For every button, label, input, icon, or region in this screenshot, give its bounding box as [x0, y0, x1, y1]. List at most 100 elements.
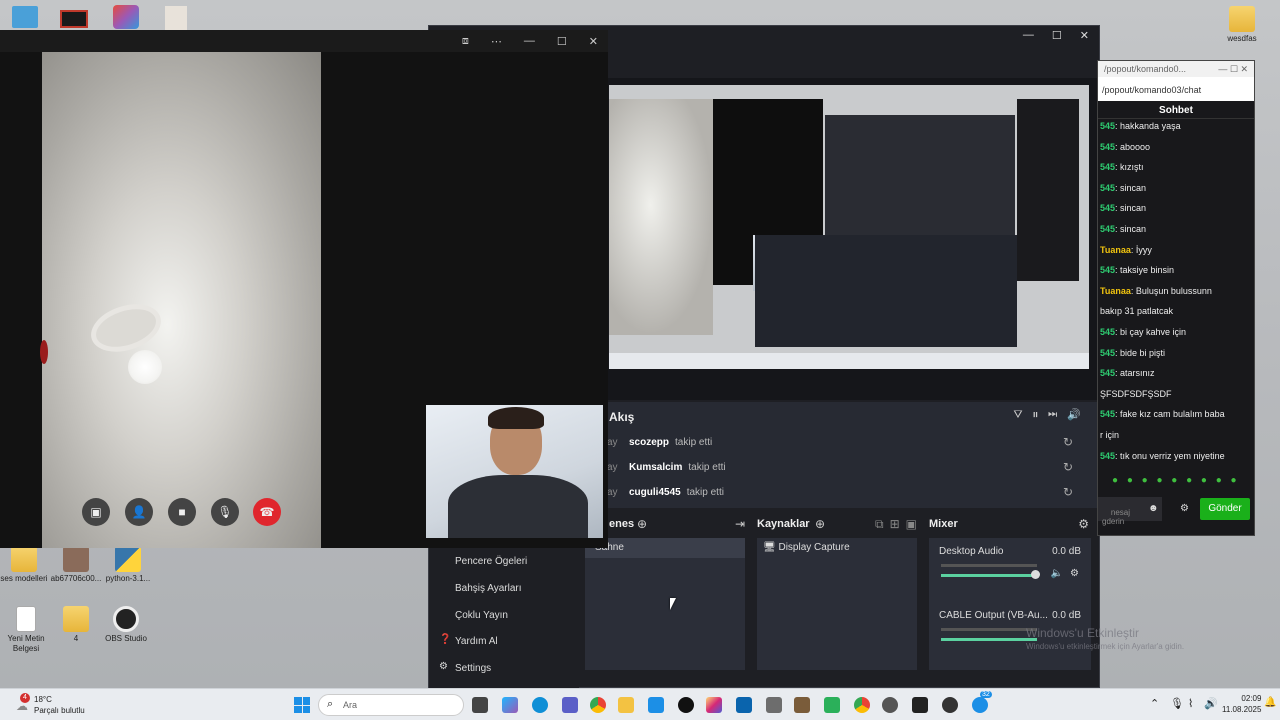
app-icon-1[interactable] [766, 697, 782, 713]
desktop-icon-2[interactable] [60, 10, 88, 28]
desktop-icon-4[interactable] [165, 6, 187, 30]
replay-icon[interactable]: ↻ [1063, 435, 1073, 449]
volume-icon[interactable]: 🔊 [1067, 409, 1091, 421]
minimize-icon[interactable]: — [524, 35, 535, 47]
obs-taskbar-icon[interactable] [942, 697, 958, 713]
tray-mic-icon[interactable]: 🎙 [1170, 697, 1184, 710]
app-icon-3[interactable] [882, 697, 898, 713]
chat-url-bar[interactable]: /popout/komando03/chat [1098, 77, 1254, 101]
volume-slider[interactable] [941, 638, 1037, 641]
send-button[interactable]: Gönder [1200, 498, 1250, 520]
store-icon[interactable] [648, 697, 664, 713]
mixer-gear-icon[interactable]: ⚙ [1078, 517, 1089, 531]
transition-icon[interactable]: ⇥ [735, 517, 745, 531]
chat-message: 545: sincan [1100, 224, 1248, 235]
start-button[interactable] [294, 697, 310, 713]
channel-name: Desktop Audio [939, 546, 1004, 557]
desktop-icon-wesdfas[interactable]: wesdfas [1212, 6, 1272, 44]
menu-item-multistream[interactable]: Çoklu Yayın [455, 610, 508, 621]
chat-message-author[interactable]: 545 [1100, 203, 1115, 213]
chat-message-author[interactable]: 545 [1100, 224, 1115, 234]
desktop-icon-3[interactable] [113, 5, 139, 29]
activity-prefix: ay [607, 461, 618, 473]
volume-slider[interactable] [941, 574, 1037, 577]
file-explorer-icon[interactable] [618, 697, 634, 713]
close-icon[interactable]: ✕ [1080, 29, 1089, 42]
activity-prefix: ay [607, 486, 618, 498]
add-person-button[interactable]: 👤 [125, 498, 153, 526]
replay-icon[interactable]: ↻ [1063, 485, 1073, 499]
notification-bell-icon[interactable]: 🔔 [1264, 697, 1276, 708]
desktop-icon-image[interactable]: ab67706c00... [46, 546, 106, 584]
outlook-icon[interactable] [736, 697, 752, 713]
emote-bar[interactable]: ● ● ● ● ● ● ● ● ● [1112, 475, 1240, 486]
chat-message-author[interactable]: 545 [1100, 368, 1115, 378]
chat-settings-icon[interactable]: ⚙ [1180, 503, 1189, 514]
chat-message-author[interactable]: 545 [1100, 162, 1115, 172]
chat-message-author[interactable]: Tuanaa [1100, 286, 1131, 296]
chat-message-author[interactable]: 545 [1100, 348, 1115, 358]
tiktok-icon[interactable] [678, 697, 694, 713]
chat-message-author[interactable]: 545 [1100, 183, 1115, 193]
weather-widget[interactable]: 4 ☁ 18°C Parçalı bulutlu [12, 693, 122, 717]
task-view-icon[interactable] [472, 697, 488, 713]
search-box[interactable]: ⌕ Ara [318, 694, 464, 716]
chat-message-author[interactable]: 545 [1100, 121, 1115, 131]
chat-message-author[interactable]: 545 [1100, 327, 1115, 337]
more-icon[interactable]: ⋯ [491, 35, 502, 48]
menu-item-help[interactable]: Yardım Al [455, 636, 498, 647]
end-call-button[interactable]: ☎ [253, 498, 281, 526]
edge-icon[interactable] [532, 697, 548, 713]
chat-message: r için [1100, 430, 1248, 441]
chat-message-author[interactable]: 545 [1100, 265, 1115, 275]
channel-gear-icon[interactable]: ⚙ [1070, 568, 1079, 579]
pause-icon[interactable]: ⏸ [1033, 409, 1049, 421]
pip-icon[interactable]: ⧈ [462, 35, 469, 48]
desktop-icon-obs-studio[interactable]: OBS Studio [96, 606, 156, 644]
microphone-button[interactable]: 🎙 [211, 498, 239, 526]
volume-slider-handle[interactable] [1031, 570, 1040, 579]
camera-button[interactable]: ■ [168, 498, 196, 526]
chrome-profile-icon[interactable] [854, 697, 870, 713]
menu-item-window-elements[interactable]: Pencere Ögeleri [455, 556, 527, 567]
chat-message: 545: sincan [1100, 183, 1248, 194]
filter-icon[interactable]: ⛛ [1013, 409, 1032, 421]
tray-network-icon[interactable]: ⌇ [1188, 697, 1193, 710]
chrome-icon[interactable] [590, 697, 606, 713]
scene-item[interactable]: Sahne [585, 538, 745, 558]
menu-item-settings[interactable]: Settings [455, 663, 491, 674]
minimize-icon[interactable]: — [1023, 29, 1034, 41]
channel-level: 0.0 dB [1052, 610, 1081, 621]
chat-message-author[interactable]: 545 [1100, 142, 1115, 152]
copilot-icon[interactable] [502, 697, 518, 713]
app-icon-2[interactable] [824, 697, 840, 713]
skip-icon[interactable]: ⏭ [1048, 409, 1067, 421]
window-controls[interactable]: — ☐ ✕ [1218, 64, 1248, 74]
emote-icon[interactable]: ☻ [1148, 503, 1159, 514]
chat-message-author[interactable]: 545 [1100, 451, 1115, 461]
menu-item-tip-settings[interactable]: Bahşiş Ayarları [455, 583, 522, 594]
source-item[interactable]: 🖥 Display Capture [757, 538, 917, 558]
minecraft-icon[interactable] [794, 697, 810, 713]
mute-icon[interactable]: 🔈 [1051, 568, 1063, 579]
replay-icon[interactable]: ↻ [1063, 460, 1073, 474]
chat-message-author[interactable]: Tuanaa [1100, 245, 1131, 255]
desktop-icon-1[interactable] [12, 6, 38, 28]
add-scene-icon[interactable]: ⊕ [637, 517, 647, 531]
clock[interactable]: 02:09 11.08.2025 [1222, 693, 1261, 715]
chat-message-author[interactable]: 545 [1100, 409, 1115, 419]
maximize-icon[interactable]: ☐ [557, 35, 567, 48]
close-icon[interactable]: ✕ [589, 35, 598, 48]
add-source-icon[interactable]: ⊕ [815, 517, 825, 531]
messenger-icon[interactable]: 32 [972, 691, 992, 713]
teams-icon[interactable] [562, 697, 578, 713]
desktop-icon-python[interactable]: python-3.1... [98, 546, 158, 584]
terminal-icon[interactable] [912, 697, 928, 713]
source-tools-icons[interactable]: ⧉⊞▣ [875, 517, 923, 532]
person-body [448, 475, 588, 538]
maximize-icon[interactable]: ☐ [1052, 29, 1062, 42]
tray-chevron-icon[interactable]: ⌃ [1150, 697, 1159, 710]
tray-volume-icon[interactable]: 🔊 [1204, 697, 1218, 710]
screen-share-button[interactable]: ▣ [82, 498, 110, 526]
instagram-icon[interactable] [706, 697, 722, 713]
